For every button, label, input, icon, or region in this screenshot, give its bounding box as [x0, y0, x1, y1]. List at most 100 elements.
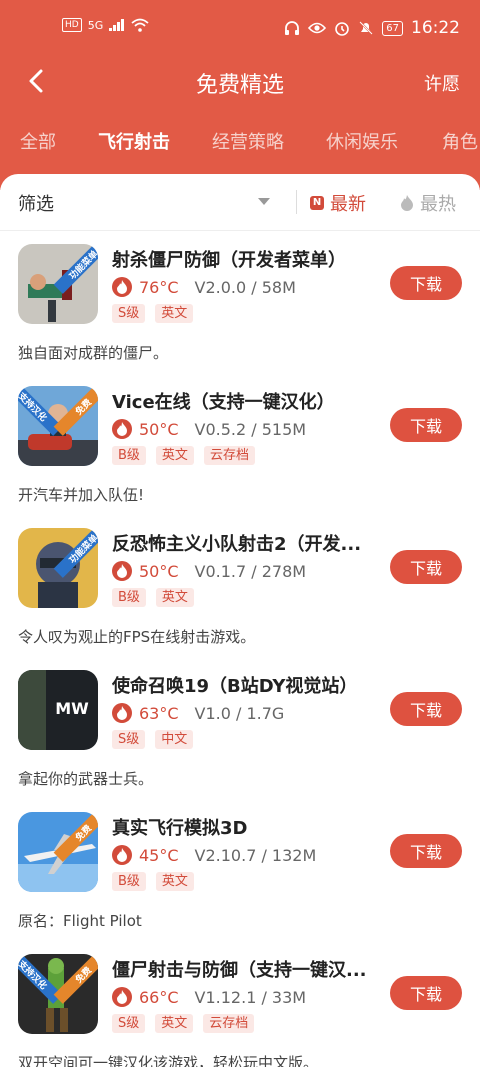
version-size: V2.10.7 / 132M [194, 845, 317, 865]
tab-flight-shooting[interactable]: 飞行射击 [98, 128, 170, 154]
sort-newest-button[interactable]: N 最新 [310, 190, 366, 216]
list-item[interactable]: 功能菜单 反恐怖主义小队射击2（开发... 50°C V0.1.7 / 278M… [0, 528, 480, 670]
tag: 云存档 [203, 446, 255, 465]
heat-value: 50°C [139, 419, 179, 439]
tag: 英文 [155, 872, 194, 891]
heat-value: 66°C [139, 987, 179, 1007]
game-meta: 76°C V2.0.0 / 58M [112, 276, 296, 298]
tag-list: S级 中文 [112, 730, 194, 749]
game-icon: 功能菜单 [18, 528, 98, 608]
sort-newest-label: 最新 [330, 194, 366, 215]
game-meta: 50°C V0.1.7 / 278M [112, 560, 306, 582]
list-item[interactable]: 免费 真实飞行模拟3D 45°C V2.10.7 / 132M B级 英文 下载… [0, 812, 480, 954]
mute-icon [359, 21, 373, 35]
game-description: 令人叹为观止的FPS在线射击游戏。 [18, 628, 256, 646]
flame-icon [401, 195, 413, 211]
game-list-card: 筛选 N 最新 最热 功能菜单 射杀僵尸防御（开发者菜单） 76°C V2.0.… [0, 174, 480, 1067]
tag: B级 [112, 588, 146, 607]
sort-hottest-button[interactable]: 最热 [400, 190, 456, 216]
tag: B级 [112, 872, 146, 891]
game-title: Vice在线（支持一键汉化） [112, 392, 335, 413]
version-size: V1.12.1 / 33M [194, 987, 307, 1007]
tag: 云存档 [203, 1014, 255, 1033]
tag-list: B级 英文 [112, 588, 194, 607]
tag: S级 [112, 304, 146, 323]
list-item[interactable]: MW 使命召唤19（B站DY视觉站） 63°C V1.0 / 1.7G S级 中… [0, 670, 480, 812]
fire-icon [112, 419, 132, 439]
version-size: V0.1.7 / 278M [194, 561, 307, 581]
tag-list: B级 英文 云存档 [112, 446, 255, 465]
version-size: V1.0 / 1.7G [194, 703, 285, 723]
status-bar: HD 5G 67 16:22 [0, 16, 480, 44]
list-item[interactable]: 功能菜单 射杀僵尸防御（开发者菜单） 76°C V2.0.0 / 58M S级 … [0, 244, 480, 386]
wish-button[interactable]: 许愿 [424, 70, 460, 96]
download-button[interactable]: 下载 [390, 692, 462, 726]
sort-hottest-label: 最热 [420, 194, 456, 215]
list-item[interactable]: 支持汉化 免费 僵尸射击与防御（支持一键汉... 66°C V1.12.1 / … [0, 954, 480, 1067]
tag-list: S级 英文 [112, 304, 194, 323]
tag-list: S级 英文 云存档 [112, 1014, 255, 1033]
list-item[interactable]: 支持汉化 免费 Vice在线（支持一键汉化） 50°C V0.5.2 / 515… [0, 386, 480, 528]
game-icon: 免费 [18, 812, 98, 892]
svg-text:MW: MW [55, 699, 89, 718]
chevron-down-icon[interactable] [258, 198, 270, 205]
download-button[interactable]: 下载 [390, 408, 462, 442]
alarm-icon [335, 22, 350, 36]
tag-list: B级 英文 [112, 872, 194, 891]
tag: 中文 [155, 730, 194, 749]
tab-casual[interactable]: 休闲娱乐 [326, 128, 398, 154]
app-header: HD 5G 67 16:22 免费精选 许愿 全部 飞行射击 经营策略 休闲娱乐… [0, 0, 480, 190]
hd-indicator: HD [62, 18, 82, 32]
new-icon: N [310, 196, 324, 210]
tab-role[interactable]: 角色 [442, 128, 478, 154]
fire-icon [112, 987, 132, 1007]
category-tabs: 全部 飞行射击 经营策略 休闲娱乐 角色 [0, 128, 480, 162]
signal-icon [109, 19, 125, 31]
game-meta: 66°C V1.12.1 / 33M [112, 986, 306, 1008]
fire-icon [112, 703, 132, 723]
game-meta: 63°C V1.0 / 1.7G [112, 702, 284, 724]
fire-icon [112, 277, 132, 297]
game-title: 反恐怖主义小队射击2（开发... [112, 534, 362, 555]
tag: 英文 [155, 446, 194, 465]
heat-value: 50°C [139, 561, 179, 581]
game-title: 僵尸射击与防御（支持一键汉... [112, 960, 367, 981]
filter-dropdown[interactable]: 筛选 [18, 190, 54, 216]
game-title: 射杀僵尸防御（开发者菜单） [112, 250, 346, 271]
heat-value: 63°C [139, 703, 179, 723]
game-title: 使命召唤19（B站DY视觉站） [112, 676, 358, 697]
battery-indicator: 67 [382, 20, 403, 36]
download-button[interactable]: 下载 [390, 976, 462, 1010]
game-description: 原名：Flight Pilot [18, 912, 142, 930]
game-description: 双开空间可一键汉化该游戏，轻松玩中文版。 [18, 1054, 319, 1067]
game-description: 独自面对成群的僵尸。 [18, 344, 169, 362]
filter-bar: 筛选 N 最新 最热 [0, 174, 480, 231]
heat-value: 76°C [139, 277, 179, 297]
tab-strategy[interactable]: 经营策略 [212, 128, 284, 154]
game-icon: MW [18, 670, 98, 750]
game-meta: 45°C V2.10.7 / 132M [112, 844, 316, 866]
game-description: 开汽车并加入队伍! [18, 486, 145, 504]
eye-icon [308, 22, 327, 34]
headphones-icon [285, 21, 300, 35]
network-label: 5G [87, 18, 104, 32]
tag: B级 [112, 446, 146, 465]
tag: 英文 [155, 304, 194, 323]
download-button[interactable]: 下载 [390, 550, 462, 584]
wifi-icon [131, 18, 149, 32]
title-bar: 免费精选 许愿 [0, 56, 480, 106]
tag: S级 [112, 730, 146, 749]
download-button[interactable]: 下载 [390, 266, 462, 300]
tab-all[interactable]: 全部 [20, 128, 56, 154]
status-time: 16:22 [411, 18, 460, 38]
fire-icon [112, 561, 132, 581]
page-title: 免费精选 [195, 73, 284, 98]
download-button[interactable]: 下载 [390, 834, 462, 868]
divider [296, 190, 297, 214]
version-size: V0.5.2 / 515M [194, 419, 307, 439]
heat-value: 45°C [139, 845, 179, 865]
game-title: 真实飞行模拟3D [112, 818, 248, 839]
fire-icon [112, 845, 132, 865]
game-description: 拿起你的武器士兵。 [18, 770, 154, 788]
game-icon: 支持汉化 免费 [18, 954, 98, 1034]
